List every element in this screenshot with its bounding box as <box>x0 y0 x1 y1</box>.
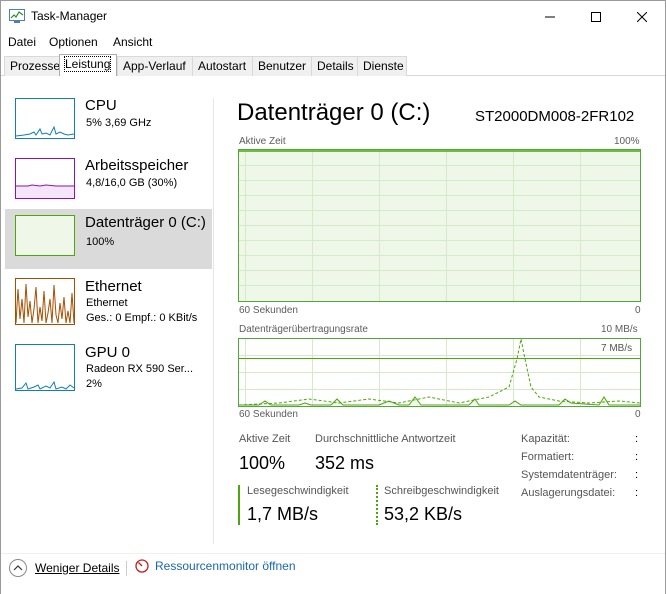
property-formatted-label: Formatiert: <box>521 451 575 463</box>
transfer-rate-marker: 7 MB/s <box>601 343 633 354</box>
tab-prozesse[interactable]: Prozesse <box>4 56 60 76</box>
sidebar-item-detail-2: Ges.: 0 Empf.: 0 KBit/s <box>86 312 198 324</box>
resource-monitor-link[interactable]: Ressourcenmonitor öffnen <box>135 559 296 573</box>
close-button[interactable] <box>619 1 665 32</box>
sidebar-item-memory[interactable]: Arbeitsspeicher 4,8/16,0 GB (30%) <box>5 152 212 212</box>
fewer-details-button[interactable]: Weniger Details <box>9 559 119 577</box>
sidebar-item-detail: Radeon RX 590 Ser... <box>86 363 194 375</box>
read-speed-indicator <box>238 485 240 525</box>
property-page-file-value: : <box>635 487 639 499</box>
property-page-file-label: Auslagerungsdatei: <box>521 487 616 499</box>
window-title: Task-Manager <box>31 9 108 23</box>
tab-dienste[interactable]: Dienste <box>357 56 407 76</box>
tab-label: Prozesse <box>10 59 61 73</box>
tab-label: Dienste <box>363 59 404 73</box>
sidebar-item-label: Arbeitsspeicher <box>85 157 189 174</box>
tab-label: App-Verlauf <box>123 59 186 73</box>
write-speed-indicator <box>376 485 378 525</box>
tab-leistung[interactable]: Leistung <box>59 54 117 76</box>
active-time-x-label: 60 Sekunden <box>239 305 298 316</box>
tab-label: Autostart <box>198 59 247 73</box>
active-time-stat-value: 100% <box>239 453 286 473</box>
active-time-graph-canvas <box>239 150 640 301</box>
transfer-rate-graph-label: Datenträgerübertragungsrate <box>239 324 368 335</box>
sidebar-item-ethernet[interactable]: Ethernet Ethernet Ges.: 0 Empf.: 0 KBit/… <box>5 273 212 333</box>
sidebar-item-detail: 5% 3,69 GHz <box>86 117 152 129</box>
active-time-stat-label: Aktive Zeit <box>239 433 291 445</box>
tab-app-verlauf[interactable]: App-Verlauf <box>117 56 193 76</box>
tab-label: Details <box>317 59 354 73</box>
read-speed-value: 1,7 MB/s <box>247 504 319 524</box>
resource-monitor-icon <box>135 559 149 573</box>
ethernet-sparkline <box>16 283 74 324</box>
menu-datei[interactable]: Datei <box>8 35 36 49</box>
active-time-graph <box>238 149 641 302</box>
disk-model: ST2000DM008-2FR102 <box>475 108 635 125</box>
fewer-details-label: Weniger Details <box>35 561 120 575</box>
menu-optionen[interactable]: Optionen <box>49 35 98 49</box>
sidebar-item-label: Ethernet <box>85 278 142 295</box>
active-time-min: 0 <box>635 305 641 316</box>
response-time-stat-label: Durchschnittliche Antwortzeit <box>315 433 456 445</box>
write-speed-label: Schreibgeschwindigkeit <box>384 485 499 497</box>
footer-separator <box>126 561 127 576</box>
minimize-button[interactable] <box>527 1 573 32</box>
resource-sidebar: CPU 5% 3,69 GHz Arbeitsspeicher 4,8/16,0… <box>1 92 212 544</box>
resource-monitor-label: Ressourcenmonitor öffnen <box>155 559 296 573</box>
disk-thumbnail-graph <box>15 215 75 256</box>
sidebar-item-detail-2: 2% <box>86 378 102 390</box>
close-icon <box>637 11 647 22</box>
transfer-rate-x-label: 60 Sekunden <box>239 409 298 420</box>
gpu-sparkline <box>16 380 74 390</box>
sidebar-item-detail: 4,8/16,0 GB (30%) <box>86 177 178 189</box>
property-system-disk-label: Systemdatenträger: <box>521 469 617 481</box>
transfer-rate-graph: 7 MB/s <box>238 338 641 407</box>
sidebar-item-cpu[interactable]: CPU 5% 3,69 GHz <box>5 92 212 152</box>
task-manager-app-icon <box>9 9 25 23</box>
task-manager-window: Task-Manager Datei Optionen Ansicht Proz… <box>0 0 666 594</box>
read-rate-line <box>239 396 640 406</box>
ethernet-thumbnail-graph <box>15 278 75 325</box>
response-time-stat-value: 352 ms <box>315 453 375 473</box>
menu-bar: Datei Optionen Ansicht <box>1 32 665 52</box>
tab-label: Leistung <box>63 56 112 72</box>
active-time-graph-max: 100% <box>614 136 640 147</box>
sidebar-item-disk-0[interactable]: Datenträger 0 (C:) 100% <box>5 209 212 269</box>
sidebar-item-gpu-0[interactable]: GPU 0 Radeon RX 590 Ser... 2% <box>5 339 212 399</box>
cpu-thumbnail-graph <box>15 98 75 139</box>
maximize-icon <box>591 11 601 22</box>
chevron-up-icon <box>9 559 27 577</box>
active-time-graph-label: Aktive Zeit <box>239 136 286 147</box>
tab-strip: Prozesse Leistung App-Verlauf Autostart … <box>1 54 665 76</box>
transfer-rate-graph-max: 10 MB/s <box>601 324 638 335</box>
memory-thumbnail-graph <box>15 158 75 199</box>
sidebar-item-label: GPU 0 <box>85 344 131 361</box>
footer-bar: Weniger Details Ressourcenmonitor öffnen <box>1 553 665 583</box>
property-system-disk-value: : <box>635 469 639 481</box>
property-capacity-label: Kapazität: <box>521 433 570 445</box>
tab-autostart[interactable]: Autostart <box>192 56 253 76</box>
page-title: Datenträger 0 (C:) <box>237 99 431 126</box>
title-bar[interactable]: Task-Manager <box>1 1 665 32</box>
menu-ansicht[interactable]: Ansicht <box>113 35 152 49</box>
memory-sparkline <box>16 184 74 198</box>
minimize-icon <box>545 16 555 17</box>
cpu-sparkline <box>16 125 74 137</box>
sidebar-item-detail: 100% <box>86 236 115 248</box>
gpu-thumbnail-graph <box>15 344 75 391</box>
sidebar-item-label: CPU <box>85 97 117 114</box>
read-speed-label: Lesegeschwindigkeit <box>247 485 349 497</box>
tab-benutzer[interactable]: Benutzer <box>252 56 312 76</box>
sidebar-item-label: Datenträger 0 (C:) <box>85 214 206 231</box>
sidebar-item-detail: Ethernet <box>86 297 128 309</box>
maximize-button[interactable] <box>573 1 619 32</box>
sidebar-divider <box>213 98 214 544</box>
tab-label: Benutzer <box>258 59 307 73</box>
property-formatted-value: : <box>635 451 639 463</box>
write-speed-value: 53,2 KB/s <box>384 504 463 524</box>
transfer-rate-min: 0 <box>635 409 641 420</box>
tab-details[interactable]: Details <box>311 56 358 76</box>
property-capacity-value: : <box>635 433 639 445</box>
transfer-rate-graph-canvas <box>238 338 641 406</box>
